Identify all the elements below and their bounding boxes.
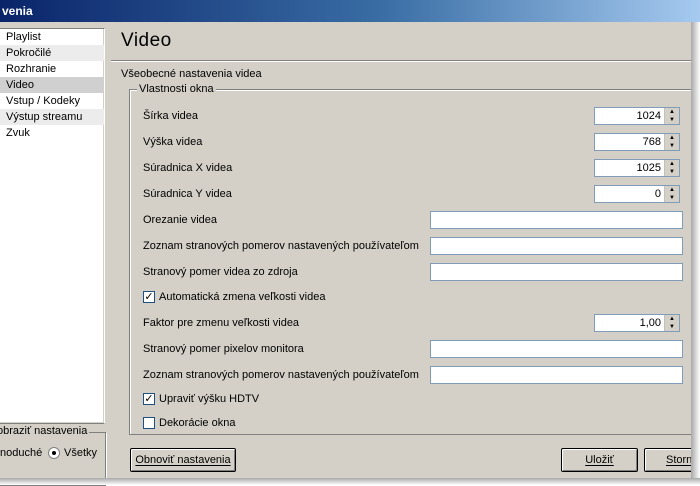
spin-down-icon[interactable]: ▼	[665, 323, 679, 331]
scale-factor-spinbox[interactable]: 1,00 ▲ ▼	[594, 314, 680, 332]
monitor-pixel-aspect-input[interactable]	[430, 340, 683, 358]
y-spin-buttons: ▲ ▼	[664, 186, 679, 202]
crop-label: Orezanie videa	[143, 214, 217, 226]
decorations-checkbox[interactable]	[143, 417, 155, 429]
x-coordinate-value: 1025	[636, 162, 661, 174]
spin-up-icon[interactable]: ▲	[665, 315, 679, 323]
decorations-label[interactable]: Dekorácie okna	[159, 417, 235, 429]
scale-factor-label: Faktor pre zmenu veľkosti videa	[143, 317, 300, 329]
window-title: venia	[2, 4, 33, 18]
save-button[interactable]: Uložiť	[561, 448, 638, 472]
title-bar[interactable]: venia	[0, 0, 700, 22]
all-radio-label[interactable]: Všetky	[64, 447, 97, 459]
hdtv-label[interactable]: Upraviť výšku HDTV	[159, 393, 259, 405]
scale-factor-value: 1,00	[639, 317, 661, 329]
x-coordinate-label: Súradnica X videa	[143, 162, 233, 174]
radio-selected-dot	[52, 451, 56, 455]
title-divider-highlight	[111, 61, 691, 62]
width-label: Šírka videa	[143, 110, 199, 122]
spin-down-icon[interactable]: ▼	[665, 142, 679, 150]
width-spin-buttons: ▲ ▼	[664, 108, 679, 124]
category-item-advanced[interactable]: Pokročilé	[0, 45, 104, 61]
user-crop-list-label: Zoznam stranových pomerov nastavených po…	[143, 369, 419, 381]
height-spin-buttons: ▲ ▼	[664, 134, 679, 150]
window-shadow-right	[691, 22, 700, 485]
height-value: 768	[642, 136, 661, 148]
category-item-playlist[interactable]: Playlist	[0, 29, 104, 45]
source-aspect-input[interactable]	[430, 263, 683, 281]
source-aspect-label: Stranový pomer videa zo zdroja	[143, 266, 298, 278]
category-item-input-codecs[interactable]: Vstup / Kodeky	[0, 93, 104, 109]
autoscale-label[interactable]: Automatická zmena veľkosti videa	[159, 291, 325, 303]
save-button-label: Uložiť	[585, 454, 614, 466]
x-spin-buttons: ▲ ▼	[664, 160, 679, 176]
all-radio-button[interactable]	[48, 447, 60, 459]
width-value: 1024	[636, 110, 661, 122]
category-item-video[interactable]: Video	[0, 77, 104, 93]
category-item-interface[interactable]: Rozhranie	[0, 61, 104, 77]
category-item-audio[interactable]: Zvuk	[0, 125, 104, 141]
crop-input[interactable]	[430, 211, 683, 229]
x-coordinate-spinbox[interactable]: 1025 ▲ ▼	[594, 159, 680, 177]
spin-up-icon[interactable]: ▲	[665, 186, 679, 194]
spin-down-icon[interactable]: ▼	[665, 168, 679, 176]
spin-up-icon[interactable]: ▲	[665, 134, 679, 142]
cancel-button-label: Storn	[666, 454, 693, 466]
category-list[interactable]: Playlist Pokročilé Rozhranie Video Vstup…	[0, 28, 105, 424]
y-coordinate-label: Súradnica Y videa	[143, 188, 232, 200]
panel-title: Video	[121, 30, 172, 51]
height-label: Výška videa	[143, 136, 203, 148]
scale-spin-buttons: ▲ ▼	[664, 315, 679, 331]
monitor-pixel-aspect-label: Stranový pomer pixelov monitora	[143, 343, 304, 355]
reset-button-label: Obnoviť nastavenia	[135, 454, 231, 466]
spin-up-icon[interactable]: ▲	[665, 160, 679, 168]
width-spinbox[interactable]: 1024 ▲ ▼	[594, 107, 680, 125]
y-coordinate-value: 0	[654, 188, 661, 200]
simple-radio-label[interactable]: noduché	[0, 447, 42, 459]
user-aspect-list-input[interactable]	[430, 237, 683, 255]
window-shadow-bottom	[0, 478, 700, 485]
height-spinbox[interactable]: 768 ▲ ▼	[594, 133, 680, 151]
category-item-stream-output[interactable]: Výstup streamu	[0, 109, 104, 125]
spin-down-icon[interactable]: ▼	[665, 194, 679, 202]
section-label: Všeobecné nastavenia videa	[121, 68, 262, 80]
show-settings-legend: obraziť nastavenia	[0, 425, 90, 437]
autoscale-checkbox[interactable]: ✓	[143, 291, 155, 303]
reset-button[interactable]: Obnoviť nastavenia	[130, 448, 236, 472]
spin-down-icon[interactable]: ▼	[665, 116, 679, 124]
preferences-window: Playlist Pokročilé Rozhranie Video Vstup…	[0, 22, 700, 486]
user-aspect-list-label: Zoznam stranových pomerov nastavených po…	[143, 240, 419, 252]
user-crop-list-input[interactable]	[430, 366, 683, 384]
hdtv-checkbox[interactable]: ✓	[143, 393, 155, 405]
spin-up-icon[interactable]: ▲	[665, 108, 679, 116]
y-coordinate-spinbox[interactable]: 0 ▲ ▼	[594, 185, 680, 203]
window-properties-legend: Vlastnosti okna	[137, 83, 216, 95]
